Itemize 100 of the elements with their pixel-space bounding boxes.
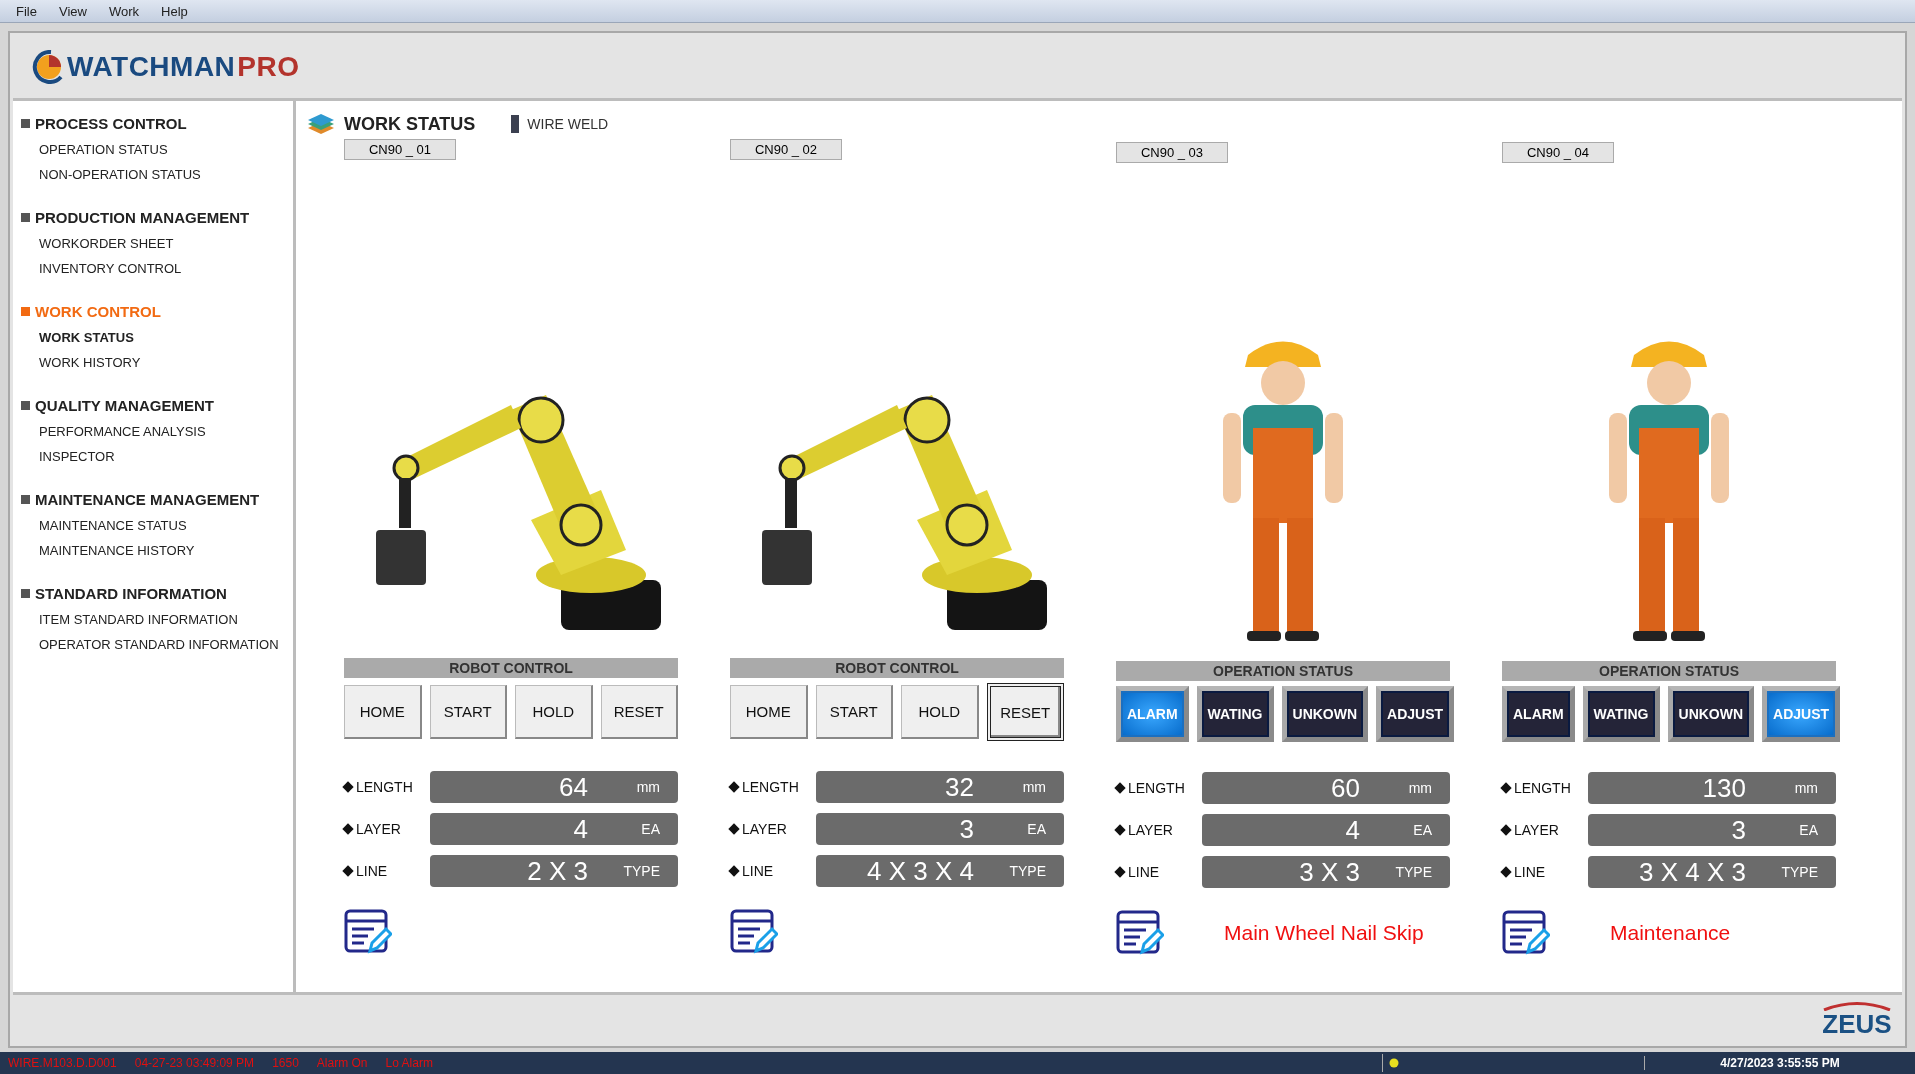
logo-icon xyxy=(31,50,65,84)
sidebar-section-title[interactable]: STANDARD INFORMATION xyxy=(21,585,293,602)
alert-message: Main Wheel Nail Skip xyxy=(1224,921,1424,945)
sidebar-section-title[interactable]: PRODUCTION MANAGEMENT xyxy=(21,209,293,226)
page-subtitle: WIRE WELD xyxy=(527,116,609,132)
robot-command-button[interactable]: HOLD xyxy=(515,685,593,739)
reading-label: LENGTH xyxy=(742,779,799,795)
control-panel-header: ROBOT CONTROL xyxy=(730,658,1064,678)
alert-message: Maintenance xyxy=(1610,921,1731,945)
status-indicator-button[interactable]: ALARM xyxy=(1502,686,1575,742)
reading-display: 130 mm xyxy=(1588,772,1836,804)
sidebar-item[interactable]: ITEM STANDARD INFORMATION xyxy=(21,612,293,627)
robot-command-button[interactable]: HOLD xyxy=(901,685,979,739)
status-indicator-button[interactable]: ADJUST xyxy=(1376,686,1455,742)
reading-display: 4 X 3 X 4 TYPE xyxy=(816,855,1064,887)
status-datetime: 4/27/2023 3:55:55 PM xyxy=(1644,1056,1915,1070)
machine-tag: CN90 _ 03 xyxy=(1116,142,1228,163)
sidebar-item[interactable]: WORK HISTORY xyxy=(21,355,293,370)
reading-display: 32 mm xyxy=(816,771,1064,803)
control-panel-header: OPERATION STATUS xyxy=(1116,661,1450,681)
reading-label: LINE xyxy=(1514,864,1546,880)
sidebar-item[interactable]: PERFORMANCE ANALYSIS xyxy=(21,424,293,439)
status-indicator-button[interactable]: UNKOWN xyxy=(1281,686,1369,742)
robot-command-button[interactable]: START xyxy=(815,685,893,739)
edit-document-icon[interactable] xyxy=(344,909,392,955)
sidebar-section-title[interactable]: PROCESS CONTROL xyxy=(21,115,293,132)
sidebar-item[interactable]: NON-OPERATION STATUS xyxy=(21,167,293,182)
reading-label: LENGTH xyxy=(1514,780,1571,796)
reading-display: 4 EA xyxy=(430,813,678,845)
control-panel-header: OPERATION STATUS xyxy=(1502,661,1836,681)
diamond-bullet-icon xyxy=(1114,866,1126,878)
sidebar-section-title[interactable]: MAINTENANCE MANAGEMENT xyxy=(21,491,293,508)
reading-label: LAYER xyxy=(1128,822,1173,838)
menu-item[interactable]: File xyxy=(16,3,37,19)
diamond-bullet-icon xyxy=(1500,866,1512,878)
robot-command-button[interactable]: RESET xyxy=(986,683,1064,741)
sidebar-item[interactable]: INVENTORY CONTROL xyxy=(21,261,293,276)
sidebar-item[interactable]: WORK STATUS xyxy=(21,330,293,345)
status-alarm-text: Alarm On xyxy=(316,1056,368,1070)
diamond-bullet-icon xyxy=(1114,824,1126,836)
status-indicator-button[interactable]: WATING xyxy=(1196,686,1274,742)
logo-wordmark: WATCHMAN xyxy=(67,51,236,83)
reading-display: 64 mm xyxy=(430,771,678,803)
menu-item[interactable]: Help xyxy=(161,3,188,19)
marker-bar-icon xyxy=(511,115,520,133)
robot-command-button[interactable]: HOME xyxy=(730,685,808,739)
edit-document-icon[interactable] xyxy=(1116,910,1164,956)
diamond-bullet-icon xyxy=(728,781,740,793)
reading-display: 3 X 3 TYPE xyxy=(1202,856,1450,888)
menu-item[interactable]: View xyxy=(58,3,87,19)
robot-command-button[interactable]: START xyxy=(429,685,507,739)
edit-document-icon[interactable] xyxy=(1502,910,1550,956)
diamond-bullet-icon xyxy=(342,781,354,793)
menu-item[interactable]: Work xyxy=(108,3,139,19)
sidebar-item[interactable]: INSPECTOR xyxy=(21,449,293,464)
machine-tag: CN90 _ 02 xyxy=(730,139,842,160)
sidebar-item[interactable]: OPERATOR STANDARD INFORMATION xyxy=(21,637,293,652)
diamond-bullet-icon xyxy=(1114,782,1126,794)
machine-tag: CN90 _ 01 xyxy=(344,139,456,160)
diamond-bullet-icon xyxy=(342,865,354,877)
reading-label: LAYER xyxy=(742,821,787,837)
reading-display: 60 mm xyxy=(1202,772,1450,804)
status-indicator-button[interactable]: WATING xyxy=(1582,686,1660,742)
reading-label: LINE xyxy=(356,863,388,879)
diamond-bullet-icon xyxy=(342,823,354,835)
diamond-bullet-icon xyxy=(728,865,740,877)
layers-icon xyxy=(306,111,336,137)
robot-command-button[interactable]: HOME xyxy=(344,685,422,739)
reading-label: LAYER xyxy=(1514,822,1559,838)
reading-label: LINE xyxy=(742,863,774,879)
status-alarm-text: WIRE.M103.D.D001 xyxy=(8,1056,117,1070)
status-alarm-text: Lo Alarm xyxy=(385,1056,433,1070)
diamond-bullet-icon xyxy=(728,823,740,835)
sidebar-section-title[interactable]: QUALITY MANAGEMENT xyxy=(21,397,293,414)
reading-display: 3 X 4 X 3 TYPE xyxy=(1588,856,1836,888)
reading-display: 3 EA xyxy=(1588,814,1836,846)
sidebar-item[interactable]: OPERATION STATUS xyxy=(21,142,293,157)
status-alarm-text: 04-27-23 03:49:09 PM xyxy=(134,1056,255,1070)
edit-document-icon[interactable] xyxy=(730,909,778,955)
sidebar-item[interactable]: MAINTENANCE HISTORY xyxy=(21,543,293,558)
status-led-icon xyxy=(1389,1058,1399,1068)
footer-logo: ZEUS xyxy=(1822,1011,1892,1037)
machine-tag: CN90 _ 04 xyxy=(1502,142,1614,163)
diamond-bullet-icon xyxy=(1500,824,1512,836)
reading-display: 2 X 3 TYPE xyxy=(430,855,678,887)
reading-label: LENGTH xyxy=(1128,780,1185,796)
logo-arc-icon xyxy=(1822,1001,1892,1011)
status-indicator-button[interactable]: UNKOWN xyxy=(1667,686,1755,742)
sidebar-item[interactable]: MAINTENANCE STATUS xyxy=(21,518,293,533)
page-title: WORK STATUS xyxy=(344,113,476,135)
robot-command-button[interactable]: RESET xyxy=(600,685,678,739)
sidebar-item[interactable]: WORKORDER SHEET xyxy=(21,236,293,251)
control-panel-header: ROBOT CONTROL xyxy=(344,658,678,678)
reading-display: 4 EA xyxy=(1202,814,1450,846)
reading-label: LINE xyxy=(1128,864,1160,880)
reading-label: LENGTH xyxy=(356,779,413,795)
reading-label: LAYER xyxy=(356,821,401,837)
reading-display: 3 EA xyxy=(816,813,1064,845)
diamond-bullet-icon xyxy=(1500,782,1512,794)
logo-wordmark-suffix: PRO xyxy=(237,51,300,83)
